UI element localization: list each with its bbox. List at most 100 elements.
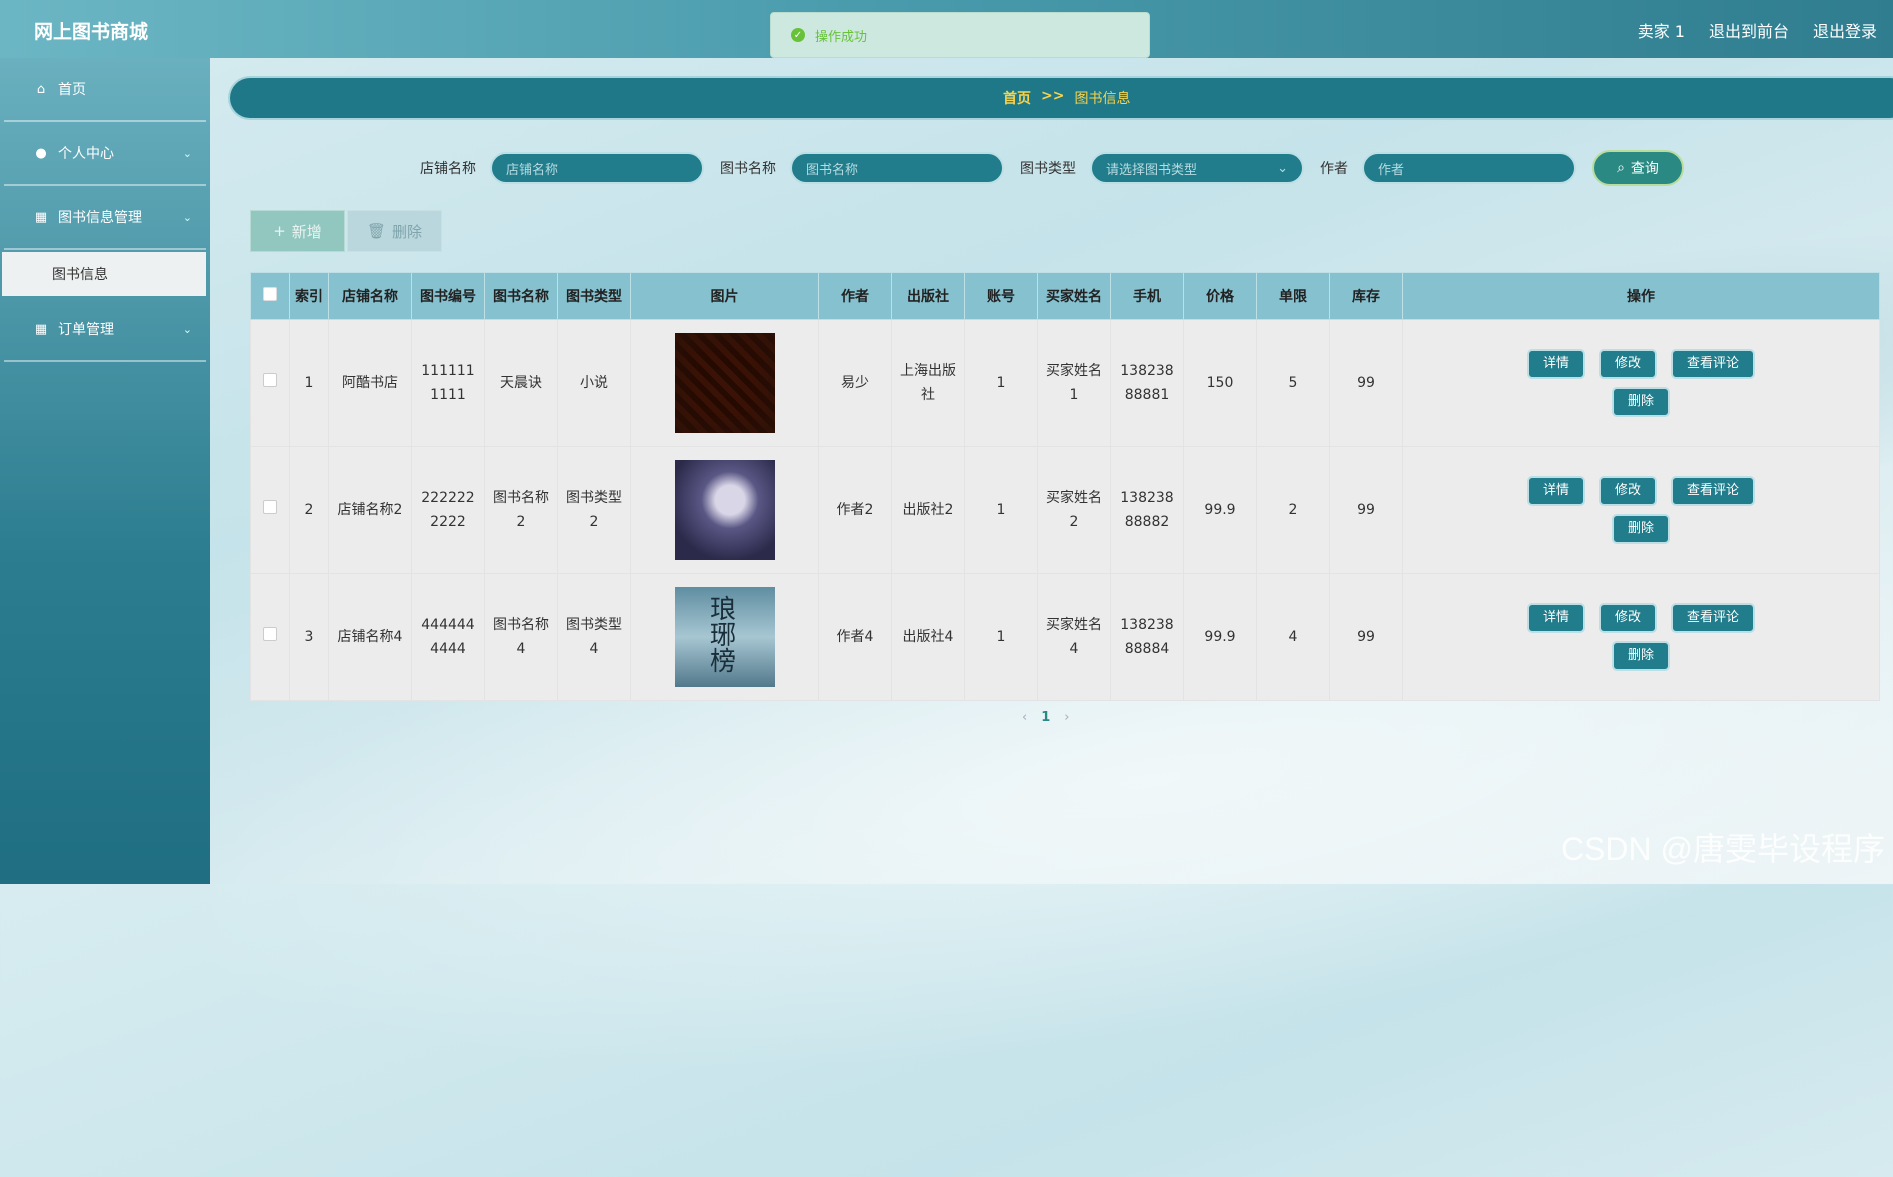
sidebar-item-home[interactable]: ⌂ 首页 bbox=[4, 58, 206, 122]
table-row: 1 阿酷书店 1111111111 天晨诀 小说 易少 上海出版社 1 买家姓名… bbox=[250, 319, 1880, 447]
book-table: 索引 店铺名称 图书编号 图书名称 图书类型 图片 作者 出版社 账号 买家姓名… bbox=[250, 272, 1880, 701]
view-comments-button[interactable]: 查看评论 bbox=[1671, 603, 1756, 633]
sidebar-item-order-management[interactable]: ▦ 订单管理 ⌄ bbox=[4, 298, 206, 362]
cell-buyer: 买家姓名4 bbox=[1037, 573, 1111, 701]
cell-shop: 店铺名称4 bbox=[328, 573, 412, 701]
breadcrumb-separator: >> bbox=[1041, 88, 1065, 104]
select-all-checkbox[interactable] bbox=[263, 287, 277, 301]
cell-buyer: 买家姓名1 bbox=[1037, 319, 1111, 447]
book-cover-text: 琅琊榜 bbox=[705, 595, 736, 673]
row-checkbox[interactable] bbox=[263, 627, 277, 641]
watermark: CSDN @唐雯毕设程序 bbox=[1560, 831, 1885, 867]
sidebar-item-label: 图书信息管理 bbox=[58, 210, 142, 226]
sidebar-item-label: 订单管理 bbox=[58, 322, 114, 338]
detail-button[interactable]: 详情 bbox=[1526, 603, 1585, 633]
edit-button[interactable]: 修改 bbox=[1598, 603, 1657, 633]
search-bar: 店铺名称 店铺名称 图书名称 图书名称 图书类型 请选择图书类型 ⌄ 作者 作者… bbox=[420, 150, 1684, 186]
prev-page-button[interactable]: ‹ bbox=[1022, 710, 1027, 725]
breadcrumb-current: 图书信息 bbox=[1074, 91, 1131, 107]
header-links: 卖家 1 退出到前台 退出登录 bbox=[1638, 18, 1877, 42]
view-comments-button[interactable]: 查看评论 bbox=[1671, 349, 1756, 379]
action-toolbar: + 新增 🗑 删除 bbox=[250, 210, 444, 252]
cell-ops: 详情 修改 查看评论 删除 bbox=[1402, 446, 1880, 574]
check-circle-icon: ✓ bbox=[791, 28, 805, 42]
home-icon: ⌂ bbox=[36, 81, 46, 97]
row-checkbox[interactable] bbox=[263, 373, 277, 387]
chevron-down-icon: ⌄ bbox=[182, 146, 192, 160]
logout-link[interactable]: 退出登录 bbox=[1813, 18, 1877, 42]
query-button-label: 查询 bbox=[1630, 161, 1659, 177]
author-label: 作者 bbox=[1320, 161, 1348, 177]
page-number[interactable]: 1 bbox=[1041, 710, 1050, 725]
delete-button[interactable]: 删除 bbox=[1611, 387, 1670, 417]
book-cover-image bbox=[674, 460, 775, 560]
cell-price: 99.9 bbox=[1183, 446, 1257, 574]
book-type-label: 图书类型 bbox=[1020, 161, 1076, 177]
cell-phone: 13823888884 bbox=[1110, 573, 1184, 701]
cell-index: 1 bbox=[289, 319, 329, 447]
column-header: 单限 bbox=[1256, 272, 1330, 320]
cell-name: 图书名称2 bbox=[484, 446, 558, 574]
row-select-cell[interactable] bbox=[250, 319, 290, 447]
cell-type: 图书类型2 bbox=[557, 446, 631, 574]
cell-author: 易少 bbox=[818, 319, 892, 447]
cell-ops: 详情 修改 查看评论 删除 bbox=[1402, 319, 1880, 447]
exit-to-front-link[interactable]: 退出到前台 bbox=[1709, 18, 1789, 42]
chevron-down-icon: ⌄ bbox=[182, 322, 192, 336]
view-comments-button[interactable]: 查看评论 bbox=[1671, 476, 1756, 506]
cell-phone: 13823888881 bbox=[1110, 319, 1184, 447]
detail-button[interactable]: 详情 bbox=[1526, 476, 1585, 506]
column-header: 买家姓名 bbox=[1037, 272, 1111, 320]
success-toast: ✓ 操作成功 bbox=[770, 12, 1150, 58]
cell-stock: 99 bbox=[1329, 573, 1403, 701]
cell-author: 作者2 bbox=[818, 446, 892, 574]
select-all-cell[interactable] bbox=[250, 272, 290, 320]
plus-icon: + bbox=[273, 222, 286, 240]
toast-message: 操作成功 bbox=[815, 29, 868, 45]
cell-account: 1 bbox=[964, 446, 1038, 574]
cell-account: 1 bbox=[964, 573, 1038, 701]
table-header-row: 索引 店铺名称 图书编号 图书名称 图书类型 图片 作者 出版社 账号 买家姓名… bbox=[250, 272, 1880, 320]
cell-type: 图书类型4 bbox=[557, 573, 631, 701]
edit-button[interactable]: 修改 bbox=[1598, 349, 1657, 379]
column-header: 账号 bbox=[964, 272, 1038, 320]
batch-delete-button[interactable]: 🗑 删除 bbox=[347, 210, 442, 252]
edit-button[interactable]: 修改 bbox=[1598, 476, 1657, 506]
sidebar-item-personal-center[interactable]: ● 个人中心 ⌄ bbox=[4, 122, 206, 186]
column-header: 操作 bbox=[1402, 272, 1880, 320]
current-user[interactable]: 卖家 1 bbox=[1638, 18, 1685, 42]
row-checkbox[interactable] bbox=[263, 500, 277, 514]
row-select-cell[interactable] bbox=[250, 573, 290, 701]
next-page-button[interactable]: › bbox=[1064, 710, 1069, 725]
query-button[interactable]: ⌕ 查询 bbox=[1592, 150, 1684, 186]
delete-button[interactable]: 删除 bbox=[1611, 641, 1670, 671]
user-icon: ● bbox=[35, 145, 47, 161]
cell-code: 2222222222 bbox=[411, 446, 485, 574]
sidebar-item-label: 首页 bbox=[58, 82, 86, 98]
cell-image: 琅琊榜 bbox=[630, 573, 819, 701]
book-name-input[interactable]: 图书名称 bbox=[790, 152, 1004, 184]
cell-code: 4444444444 bbox=[411, 573, 485, 701]
search-icon: ⌕ bbox=[1617, 160, 1625, 176]
sidebar: ⌂ 首页 ● 个人中心 ⌄ ▦ 图书信息管理 ⌄ 图书信息 ▦ 订单管理 ⌄ bbox=[0, 58, 210, 884]
chevron-down-icon: ⌄ bbox=[1277, 160, 1288, 176]
delete-button[interactable]: 删除 bbox=[1611, 514, 1670, 544]
breadcrumb-home[interactable]: 首页 bbox=[1003, 88, 1031, 108]
table-row: 2 店铺名称2 2222222222 图书名称2 图书类型2 作者2 出版社2 … bbox=[250, 446, 1880, 574]
sidebar-subitem-book-info[interactable]: 图书信息 bbox=[2, 252, 206, 296]
cell-image bbox=[630, 446, 819, 574]
add-button[interactable]: + 新增 bbox=[250, 210, 345, 252]
cell-image bbox=[630, 319, 819, 447]
column-header: 索引 bbox=[289, 272, 329, 320]
sidebar-item-book-management[interactable]: ▦ 图书信息管理 ⌄ bbox=[4, 186, 206, 250]
cell-stock: 99 bbox=[1329, 446, 1403, 574]
shop-name-input[interactable]: 店铺名称 bbox=[490, 152, 704, 184]
column-header: 图书名称 bbox=[484, 272, 558, 320]
row-select-cell[interactable] bbox=[250, 446, 290, 574]
cell-shop: 阿酷书店 bbox=[328, 319, 412, 447]
detail-button[interactable]: 详情 bbox=[1526, 349, 1585, 379]
cell-limit: 4 bbox=[1256, 573, 1330, 701]
cell-name: 天晨诀 bbox=[484, 319, 558, 447]
author-input[interactable]: 作者 bbox=[1362, 152, 1576, 184]
book-type-select[interactable]: 请选择图书类型 ⌄ bbox=[1090, 152, 1304, 184]
